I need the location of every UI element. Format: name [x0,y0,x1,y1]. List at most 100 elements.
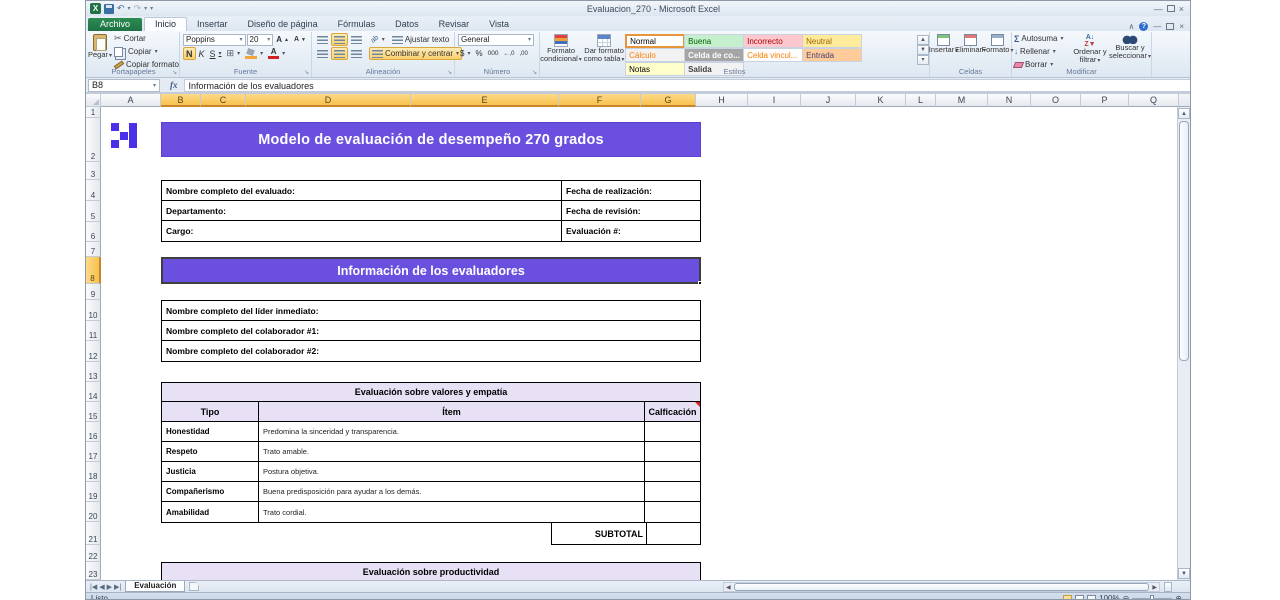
next-sheet-icon[interactable]: ▶ [107,583,112,591]
info-label-right[interactable]: Fecha de revisión: [562,201,700,220]
values-item[interactable]: Trato cordial. [259,502,645,522]
productivity-section-title[interactable]: Evaluación sobre productividad [161,562,701,580]
gallery-down-icon[interactable]: ▼ [917,45,929,55]
row-header-21[interactable]: 21 [86,522,101,545]
row-header-8[interactable]: 8 [86,257,101,284]
zoom-in-icon[interactable]: ⊕ [1175,594,1182,600]
row-header-14[interactable]: 14 [86,382,101,402]
row-header-18[interactable]: 18 [86,462,101,482]
row-header-22[interactable]: 22 [86,545,101,562]
decrease-decimal-button[interactable]: ,00 [517,47,529,60]
undo-icon[interactable]: ↶ [117,3,125,14]
row-header-19[interactable]: 19 [86,482,101,502]
cell-style-entrada[interactable]: Entrada [802,48,862,62]
horizontal-scroll-thumb[interactable] [734,583,1150,591]
row-header-3[interactable]: 3 [86,162,101,180]
italic-button[interactable]: K [197,47,207,60]
row-header-23[interactable]: 23 [86,562,101,580]
column-header-C[interactable]: C [201,93,246,107]
zoom-slider[interactable] [1132,598,1172,600]
number-format-select[interactable]: General▾ [458,34,534,46]
row-header-12[interactable]: 12 [86,341,101,362]
fill-button[interactable]: ↓Rellenar [1012,45,1070,58]
shrink-font-button[interactable]: A▼ [292,33,308,46]
row-header-4[interactable]: 4 [86,180,101,201]
page-break-view-icon[interactable] [1087,595,1096,600]
values-calificacion-cell[interactable] [645,482,700,501]
values-tipo[interactable]: Respeto [162,442,259,461]
ribbon-tab-fórmulas[interactable]: Fórmulas [328,18,386,31]
column-header-L[interactable]: L [906,93,936,107]
subtotal-value-cell[interactable] [647,523,700,544]
scroll-up-icon[interactable]: ▲ [1178,108,1190,119]
close-button[interactable]: × [1179,4,1184,14]
values-item[interactable]: Buena predisposición para ayudar a los d… [259,482,645,501]
header-calificacion[interactable]: Calficación [645,402,700,421]
prev-sheet-icon[interactable]: ◀ [99,583,104,591]
info-label-right[interactable]: Fecha de realización: [562,181,700,200]
font-size-select[interactable]: 20▾ [247,34,274,46]
number-dialog-launcher[interactable]: ↘ [532,69,537,76]
row-header-15[interactable]: 15 [86,402,101,422]
values-tipo[interactable]: Justicia [162,462,259,481]
zoom-knob[interactable] [1150,595,1154,600]
tab-split-handle[interactable] [1164,582,1172,592]
cell-style-celda-de-co-[interactable]: Celda de co... [684,48,744,62]
grow-font-button[interactable]: A▲ [274,33,291,46]
cell-style-normal[interactable]: Normal [625,34,685,48]
section-header-evaluators[interactable]: Información de los evaluadores [161,257,701,284]
values-item[interactable]: Predomina la sinceridad y transparencia. [259,422,645,441]
evaluator-label[interactable]: Nombre completo del colaborador #2: [162,341,700,361]
column-header-E[interactable]: E [411,93,559,107]
values-tipo[interactable]: Amabilidad [162,502,259,522]
row-header-1[interactable]: 1 [86,107,101,118]
percent-button[interactable]: % [473,47,484,60]
name-box[interactable]: B8▾ [88,79,160,92]
column-header-N[interactable]: N [988,93,1031,107]
info-label-left[interactable]: Nombre completo del evaluado: [162,181,562,200]
ribbon-tab-inicio[interactable]: Inicio [144,17,187,31]
zoom-level[interactable]: 100% [1099,594,1119,600]
save-icon[interactable] [104,4,114,14]
redo-dropdown-icon[interactable]: ▾ [144,5,147,12]
row-header-16[interactable]: 16 [86,422,101,442]
align-left-button[interactable] [315,47,330,60]
workbook-close-button[interactable]: × [1179,22,1184,31]
column-header-P[interactable]: P [1081,93,1129,107]
row-header-13[interactable]: 13 [86,362,101,382]
help-icon[interactable]: ? [1139,22,1148,31]
cell-style-celda-vincul-[interactable]: Celda vincul... [743,48,803,62]
ribbon-tab-insertar[interactable]: Insertar [187,18,238,31]
copy-button[interactable]: Copiar [112,45,181,58]
values-item[interactable]: Trato amable. [259,442,645,461]
gallery-expand-icon[interactable]: ▾ [917,55,929,65]
cell-style-incorrecto[interactable]: Incorrecto [743,34,803,48]
row-header-9[interactable]: 9 [86,284,101,300]
insert-worksheet-icon[interactable] [189,582,199,591]
evaluator-label[interactable]: Nombre completo del colaborador #1: [162,321,700,340]
middle-align-button[interactable] [331,33,348,46]
ribbon-tab-archivo[interactable]: Archivo [88,18,142,31]
workbook-restore-button[interactable] [1166,23,1174,30]
column-header-H[interactable]: H [696,93,748,107]
page-layout-view-icon[interactable] [1075,595,1084,600]
last-sheet-icon[interactable]: ▶| [114,583,121,591]
column-header-A[interactable]: A [101,93,161,107]
bold-button[interactable]: N [183,47,196,60]
header-item[interactable]: Ítem [259,402,645,421]
font-color-button[interactable]: A [266,47,287,60]
fill-color-button[interactable] [243,47,265,60]
ribbon-tab-revisar[interactable]: Revisar [429,18,480,31]
clipboard-dialog-launcher[interactable]: ↘ [172,69,177,76]
insert-function-icon[interactable]: fx [170,80,178,90]
column-header-J[interactable]: J [801,93,856,107]
borders-button[interactable]: ⊞ [225,47,243,60]
sheet-title-banner[interactable]: Modelo de evaluación de desempeño 270 gr… [161,122,701,157]
align-right-button[interactable] [349,47,364,60]
minimize-ribbon-icon[interactable]: ∧ [1128,22,1134,31]
minimize-button[interactable]: — [1154,4,1163,14]
underline-button[interactable]: S [208,47,224,60]
values-tipo[interactable]: Compañerismo [162,482,259,501]
cell-style-neutral[interactable]: Neutral [802,34,862,48]
row-header-17[interactable]: 17 [86,442,101,462]
